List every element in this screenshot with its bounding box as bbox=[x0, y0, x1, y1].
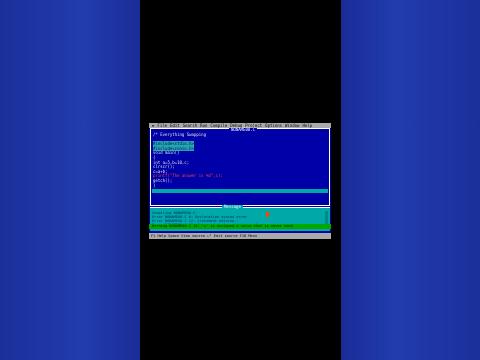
selected-warning-line[interactable]: Warning NONAME00.C 13: 'c' is assigned a… bbox=[149, 224, 331, 229]
right-background-panel bbox=[341, 0, 480, 360]
code-area[interactable]: /* Everything Swapping #include<stdio.h>… bbox=[153, 132, 327, 188]
message-window-title: Message bbox=[222, 204, 243, 209]
editor-window-title: NONAME00.C bbox=[229, 127, 258, 132]
code-line: } bbox=[153, 182, 156, 188]
turbo-c-ide-window: ≡ File Edit Search Run Compile Debug Pro… bbox=[149, 123, 331, 239]
left-background-panel bbox=[0, 0, 140, 360]
editor-window[interactable]: NONAME00.C /* Everything Swapping #inclu… bbox=[150, 128, 330, 206]
mouse-cursor-icon bbox=[266, 212, 269, 217]
status-bar: F1 Help Space View source ←┘ Edit source… bbox=[149, 233, 331, 239]
current-line-highlight bbox=[152, 189, 328, 193]
